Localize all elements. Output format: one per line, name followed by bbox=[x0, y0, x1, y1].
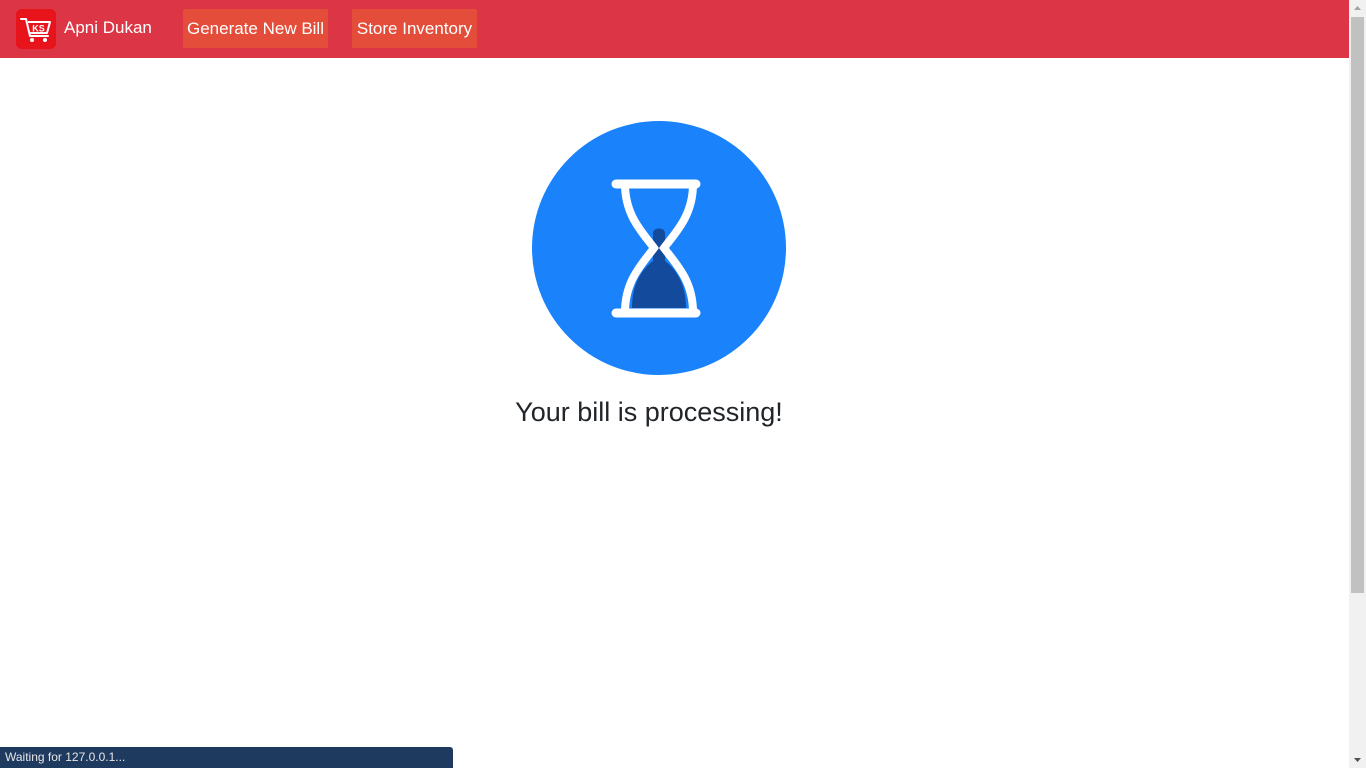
processing-status-graphic bbox=[532, 121, 786, 375]
generate-new-bill-button[interactable]: Generate New Bill bbox=[183, 9, 328, 48]
store-inventory-button[interactable]: Store Inventory bbox=[352, 9, 477, 48]
scroll-down-arrow-icon[interactable] bbox=[1349, 751, 1366, 768]
brand-name[interactable]: Apni Dukan bbox=[64, 18, 152, 38]
processing-message: Your bill is processing! bbox=[515, 397, 783, 427]
hourglass-icon bbox=[532, 121, 786, 375]
navbar: KS Apni Dukan Generate New Bill Store In… bbox=[0, 0, 1349, 58]
scrollbar-thumb[interactable] bbox=[1351, 17, 1364, 593]
brand-logo[interactable]: KS bbox=[16, 9, 56, 49]
browser-status-bar: Waiting for 127.0.0.1... bbox=[0, 747, 453, 768]
svg-text:KS: KS bbox=[32, 24, 45, 34]
scroll-up-arrow-icon[interactable] bbox=[1349, 0, 1366, 17]
page-viewport: KS Apni Dukan Generate New Bill Store In… bbox=[0, 0, 1349, 768]
vertical-scrollbar[interactable] bbox=[1349, 0, 1366, 768]
shopping-cart-icon: KS bbox=[16, 9, 56, 49]
